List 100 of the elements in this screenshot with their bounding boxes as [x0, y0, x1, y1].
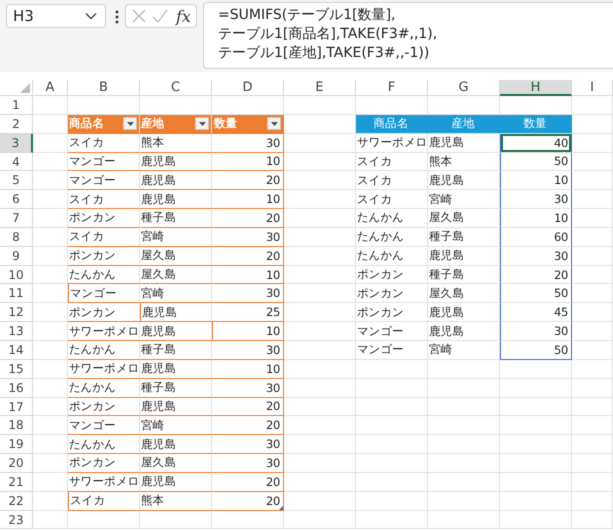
column-header[interactable]: I: [572, 80, 613, 96]
empty-cell[interactable]: [572, 378, 613, 398]
empty-cell[interactable]: [572, 435, 613, 454]
empty-cell[interactable]: [284, 284, 356, 304]
column-header[interactable]: C: [140, 80, 212, 96]
row-header[interactable]: 22: [0, 492, 33, 511]
empty-cell[interactable]: [284, 472, 356, 492]
empty-cell[interactable]: [572, 209, 613, 228]
empty-cell[interactable]: [356, 416, 428, 436]
empty-cell[interactable]: [500, 454, 572, 473]
row-header[interactable]: 14: [0, 340, 33, 360]
empty-cell[interactable]: [356, 454, 428, 473]
empty-cell[interactable]: [428, 454, 500, 473]
row-header[interactable]: 6: [0, 190, 33, 210]
row-header[interactable]: 19: [0, 435, 33, 454]
empty-cell[interactable]: [572, 472, 613, 492]
empty-cell[interactable]: [284, 340, 356, 360]
formula-bar[interactable]: =SUMIFS(テーブル1[数量], テーブル1[商品名],TAKE(F3#,,1), テーブル1[産地],TAKE(F3#,,-1)): [203, 2, 613, 69]
empty-cell[interactable]: [572, 152, 613, 172]
empty-cell[interactable]: [500, 360, 572, 379]
empty-cell[interactable]: [284, 360, 356, 379]
row-header[interactable]: 1: [0, 96, 33, 115]
column-header[interactable]: E: [284, 80, 356, 96]
empty-cell[interactable]: [284, 209, 356, 228]
empty-cell[interactable]: [572, 266, 613, 284]
row-header[interactable]: 2: [0, 114, 33, 134]
empty-cell[interactable]: [572, 416, 613, 436]
empty-cell[interactable]: [428, 398, 500, 416]
filter-button[interactable]: [267, 117, 281, 130]
row-header[interactable]: 8: [0, 228, 33, 247]
filter-button[interactable]: [123, 117, 137, 130]
empty-cell[interactable]: [500, 492, 572, 511]
empty-cell[interactable]: [572, 96, 613, 115]
row-header[interactable]: 7: [0, 209, 33, 228]
empty-cell[interactable]: [428, 510, 500, 530]
empty-cell[interactable]: [572, 246, 613, 266]
row-header[interactable]: 9: [0, 246, 33, 266]
row-header[interactable]: 4: [0, 152, 33, 172]
empty-cell[interactable]: [500, 378, 572, 398]
empty-cell[interactable]: [500, 510, 572, 530]
row-header[interactable]: 3: [0, 134, 33, 153]
empty-cell[interactable]: [572, 284, 613, 304]
column-header[interactable]: A: [33, 80, 68, 96]
empty-cell[interactable]: [284, 378, 356, 398]
empty-cell[interactable]: [572, 134, 613, 153]
empty-cell[interactable]: [428, 435, 500, 454]
filter-button[interactable]: [195, 117, 209, 130]
empty-cell[interactable]: [572, 492, 613, 511]
column-header[interactable]: D: [212, 80, 284, 96]
empty-cell[interactable]: [284, 435, 356, 454]
row-header[interactable]: 5: [0, 171, 33, 190]
empty-cell[interactable]: [572, 322, 613, 341]
name-box[interactable]: H3: [6, 4, 106, 28]
column-header[interactable]: G: [428, 80, 500, 96]
empty-cell[interactable]: [572, 171, 613, 190]
row-header[interactable]: 12: [0, 303, 33, 322]
empty-cell[interactable]: [572, 398, 613, 416]
insert-function-button[interactable]: fx: [176, 6, 191, 26]
empty-cell[interactable]: [572, 454, 613, 473]
empty-cell[interactable]: [284, 510, 356, 530]
empty-cell[interactable]: [284, 171, 356, 190]
empty-cell[interactable]: [356, 492, 428, 511]
empty-cell[interactable]: [356, 435, 428, 454]
empty-cell[interactable]: [284, 416, 356, 436]
column-header[interactable]: H: [500, 80, 572, 96]
empty-cell[interactable]: [284, 152, 356, 172]
empty-cell[interactable]: [284, 322, 356, 341]
empty-cell[interactable]: [428, 378, 500, 398]
empty-cell[interactable]: [284, 96, 356, 115]
empty-cell[interactable]: [284, 266, 356, 284]
row-header[interactable]: 13: [0, 322, 33, 341]
empty-cell[interactable]: [284, 398, 356, 416]
row-header[interactable]: 16: [0, 378, 33, 398]
empty-cell[interactable]: [500, 435, 572, 454]
row-header[interactable]: 21: [0, 472, 33, 492]
empty-cell[interactable]: [356, 472, 428, 492]
empty-cell[interactable]: [284, 492, 356, 511]
empty-cell[interactable]: [428, 472, 500, 492]
row-header[interactable]: 15: [0, 360, 33, 379]
row-header[interactable]: 18: [0, 416, 33, 436]
empty-cell[interactable]: [68, 510, 140, 530]
empty-cell[interactable]: [140, 510, 212, 530]
empty-cell[interactable]: [572, 340, 613, 360]
column-header[interactable]: F: [356, 80, 428, 96]
empty-cell[interactable]: [500, 472, 572, 492]
row-header[interactable]: 10: [0, 266, 33, 284]
row-header[interactable]: 20: [0, 454, 33, 473]
empty-cell[interactable]: [284, 134, 356, 153]
empty-cell[interactable]: [572, 303, 613, 322]
empty-cell[interactable]: [356, 360, 428, 379]
empty-cell[interactable]: [356, 398, 428, 416]
empty-cell[interactable]: [356, 510, 428, 530]
empty-cell[interactable]: [356, 378, 428, 398]
empty-cell[interactable]: [572, 190, 613, 210]
empty-cell[interactable]: [428, 416, 500, 436]
empty-cell[interactable]: [428, 492, 500, 511]
empty-cell[interactable]: [428, 360, 500, 379]
column-header[interactable]: B: [68, 80, 140, 96]
empty-cell[interactable]: [572, 510, 613, 530]
row-header[interactable]: 11: [0, 284, 33, 304]
